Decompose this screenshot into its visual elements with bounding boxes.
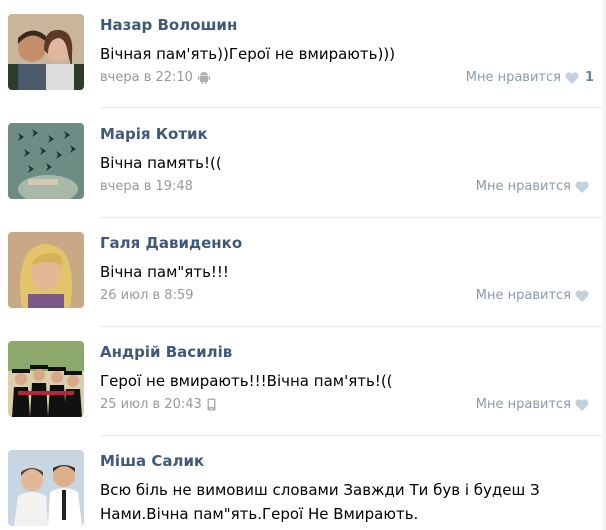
- comment-item: Андрій Василів Герої не вмирають!!!Вічна…: [0, 327, 606, 436]
- comment-time[interactable]: 25 июл в 20:43: [100, 397, 202, 412]
- like-label: Мне нравится: [475, 397, 571, 412]
- comment-time[interactable]: 26 июл в 8:59: [100, 288, 194, 303]
- like-label: Мне нравится: [475, 288, 571, 303]
- comment-meta: вчера в 19:48: [100, 179, 193, 194]
- heart-icon: [575, 180, 589, 193]
- heart-icon: [565, 71, 579, 84]
- like-count: 1: [584, 70, 594, 85]
- heart-icon: [575, 289, 589, 302]
- divider: [100, 107, 602, 108]
- heart-icon: [575, 398, 589, 411]
- like-button[interactable]: Мне нравится 1: [466, 70, 594, 85]
- author-name[interactable]: Міша Салик: [100, 452, 204, 470]
- author-name[interactable]: Назар Волошин: [100, 16, 237, 34]
- mobile-phone-icon: [207, 398, 216, 411]
- avatar[interactable]: [8, 450, 84, 526]
- comment-text: Вічна пам"ять!!!: [100, 263, 229, 281]
- comment-text: Вічна память!((: [100, 154, 222, 172]
- author-name[interactable]: Андрій Василів: [100, 343, 232, 361]
- comment-text-line: Всю біль не вимовиш словами Завжди Ти бу…: [100, 481, 540, 499]
- android-icon: [197, 71, 210, 84]
- comment-item: Марія Котик Вічна память!(( вчера в 19:4…: [0, 109, 606, 218]
- like-label: Мне нравится: [475, 179, 571, 194]
- comment-item: Міша Салик Всю біль не вимовиш словами З…: [0, 436, 606, 530]
- avatar[interactable]: [8, 123, 84, 199]
- like-button[interactable]: Мне нравится: [476, 288, 589, 303]
- comment-time[interactable]: вчера в 19:48: [100, 179, 193, 194]
- comment-text: Вічная пам'ять))Герої не вмирають))): [100, 45, 396, 63]
- comment-text-line: Нами.Вічна пам"ять.Герої Не Вмирають.: [100, 505, 419, 523]
- avatar[interactable]: [8, 14, 84, 90]
- avatar[interactable]: [8, 341, 84, 417]
- comment-meta: вчера в 22:10: [100, 70, 210, 85]
- comment-meta: 26 июл в 8:59: [100, 288, 194, 303]
- comment-text: Всю біль не вимовиш словами Завжди Ти бу…: [100, 478, 540, 526]
- author-name[interactable]: Галя Давиденко: [100, 234, 242, 252]
- comment-item: Галя Давиденко Вічна пам"ять!!! 26 июл в…: [0, 218, 606, 327]
- comment-meta: 25 июл в 20:43: [100, 397, 216, 412]
- author-name[interactable]: Марія Котик: [100, 125, 208, 143]
- avatar[interactable]: [8, 232, 84, 308]
- like-label: Мне нравится: [465, 70, 561, 85]
- comment-text: Герої не вмирають!!!Вічна пам'ять!((: [100, 372, 393, 390]
- like-button[interactable]: Мне нравится: [476, 179, 589, 194]
- comment-time[interactable]: вчера в 22:10: [100, 70, 193, 85]
- comment-item: Назар Волошин Вічная пам'ять))Герої не в…: [0, 0, 606, 108]
- like-button[interactable]: Мне нравится: [476, 397, 589, 412]
